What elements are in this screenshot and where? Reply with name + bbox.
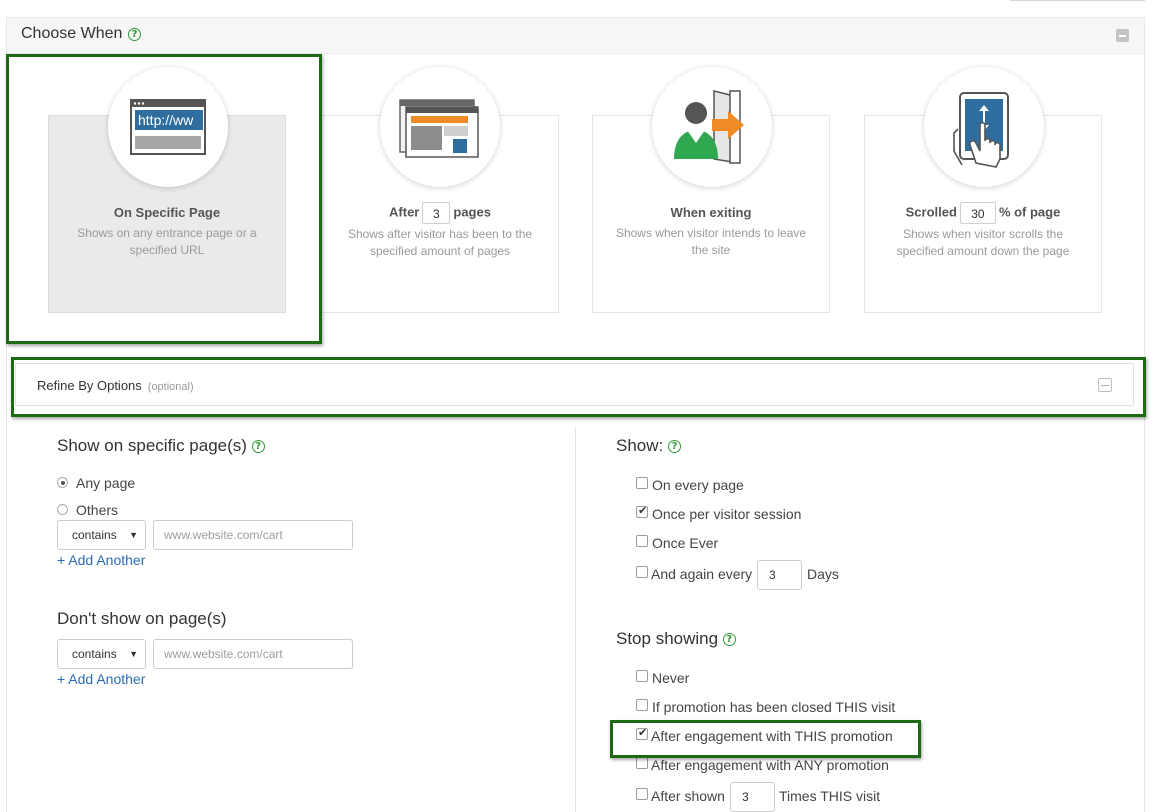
match-type-select[interactable]: contains ▼ (57, 520, 146, 550)
times-unit-label: Times THIS visit (779, 788, 881, 804)
radio-others-label: Others (76, 502, 119, 518)
top-edge-divider (1010, 0, 1145, 1)
selected-card-highlight (6, 54, 322, 344)
checkbox-label: If promotion has been closed THIS visit (652, 699, 896, 715)
trigger-description: Shows when visitor scrolls the specified… (896, 227, 1070, 258)
browser-windows-icon (399, 99, 479, 158)
tablet-scroll-hand-icon (953, 92, 1009, 168)
help-icon[interactable]: ? (251, 440, 265, 454)
trigger-icon-circle (380, 67, 500, 187)
checkbox-after-shown[interactable] (636, 788, 648, 800)
add-another-exclude-link[interactable]: + Add Another (57, 671, 145, 687)
checkbox-engagement-any-promotion[interactable] (636, 757, 648, 769)
checkbox-closed-this-visit[interactable] (636, 699, 648, 711)
checkbox-label: Never (652, 670, 690, 686)
person-exit-door-icon (674, 90, 744, 164)
help-icon[interactable]: ? (128, 28, 141, 41)
choose-when-header (7, 18, 1144, 54)
exclude-match-type-select[interactable]: contains ▼ (57, 639, 146, 669)
checkbox-label: Once per visitor session (652, 506, 802, 522)
checkbox-on-every-page[interactable] (636, 477, 648, 489)
trigger-icon-circle (924, 67, 1044, 187)
again-every-days-input[interactable]: 3 (757, 560, 802, 590)
engagement-option-highlight (610, 720, 921, 758)
show-on-pages-title: Show on specific page(s) ? (57, 436, 265, 456)
exclude-url-input[interactable]: www.website.com/cart (153, 639, 353, 669)
add-another-link[interactable]: + Add Another (57, 552, 145, 568)
checkbox-label: On every page (652, 477, 744, 493)
scroll-percent-input[interactable]: 30 (959, 202, 996, 224)
help-icon[interactable]: ? (722, 633, 736, 647)
trigger-description: Shows after visitor has been to the spec… (347, 227, 533, 258)
checkbox-label: Once Ever (652, 535, 719, 551)
trigger-title: After 3 pages (321, 202, 559, 224)
trigger-title: Scrolled 30% of page (864, 202, 1102, 224)
refine-options-highlight (11, 357, 1146, 417)
choose-when-title: Choose When (21, 25, 123, 42)
trigger-title: When exiting (670, 205, 752, 220)
url-input[interactable]: www.website.com/cart (153, 520, 353, 550)
caret-down-icon: ▼ (129, 649, 138, 659)
show-frequency-title: Show: ? (616, 436, 681, 456)
checkbox-once-per-session[interactable] (636, 504, 648, 518)
checkbox-label: And again every (651, 566, 753, 582)
days-unit-label: Days (807, 566, 839, 582)
checkbox-label: After shown (651, 788, 725, 804)
dont-show-on-pages-title: Don't show on page(s) (57, 609, 227, 628)
radio-any-page[interactable] (57, 477, 68, 488)
radio-any-page-label: Any page (76, 475, 136, 491)
checkbox-again-every[interactable] (636, 566, 648, 578)
checkbox-never[interactable] (636, 670, 648, 682)
help-icon[interactable]: ? (667, 440, 681, 454)
after-shown-times-input[interactable]: 3 (730, 782, 775, 812)
trigger-description: Shows when visitor intends to leave the … (615, 226, 807, 257)
collapse-icon[interactable] (1116, 29, 1129, 42)
stop-showing-title: Stop showing ? (616, 629, 736, 649)
radio-others[interactable] (57, 504, 68, 515)
trigger-icon-circle (652, 67, 772, 187)
caret-down-icon: ▼ (129, 530, 138, 540)
checkbox-label: After engagement with ANY promotion (651, 757, 889, 773)
column-divider (575, 427, 576, 812)
pages-count-input[interactable]: 3 (422, 202, 451, 224)
checkbox-once-ever[interactable] (636, 535, 648, 547)
